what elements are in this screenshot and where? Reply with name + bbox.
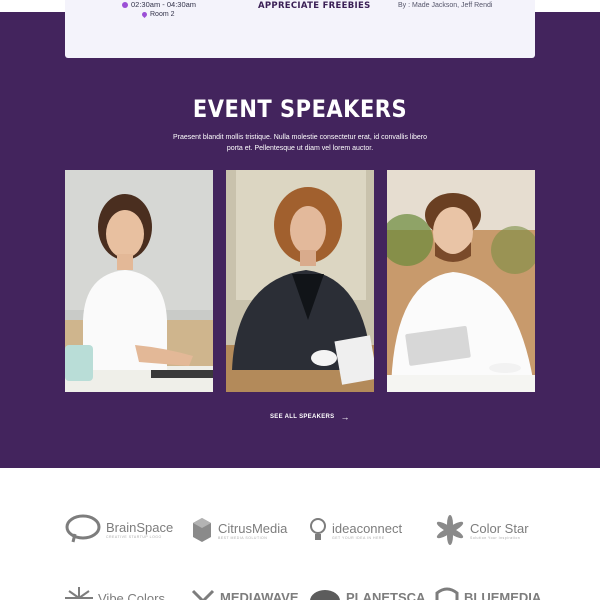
see-all-speakers-label: SEE ALL SPEAKERS: [270, 414, 335, 420]
speaker-photo-3[interactable]: [387, 170, 535, 392]
wave-icon: [435, 587, 459, 600]
sponsor-tagline: BEST MEDIA SOLUTION: [218, 535, 268, 540]
sponsor-name: Vibe Colors: [98, 590, 165, 600]
clock-icon: [122, 1, 128, 8]
sponsor-tagline: CREATIVE STARTUP LOGO: [106, 534, 162, 539]
sponsor-logo-bluemedia[interactable]: BLUEMEDIA: [435, 587, 541, 600]
event-speakers: By : Made Jackson, Jeff Rendi: [398, 2, 493, 9]
planet-icon: [310, 590, 340, 600]
star-petals-icon: [436, 515, 464, 545]
burst-icon: [65, 587, 93, 599]
sponsor-logo-planetsca[interactable]: PLANETSCA: [309, 587, 425, 600]
sponsor-logo-citrusmedia[interactable]: CitrusMedia BEST MEDIA SOLUTION: [191, 516, 287, 544]
speaker-photo-2[interactable]: [226, 170, 374, 392]
event-time: 02:30am - 04:30am: [122, 0, 196, 9]
event-card[interactable]: 02:30am - 04:30am Room 2 APPRECIATE FREE…: [65, 0, 535, 58]
sponsor-logo-mediawave[interactable]: MEDIAWAVE: [191, 587, 299, 600]
section-title: EVENT SPEAKERS: [192, 95, 408, 123]
cube-icon: [193, 518, 211, 542]
sponsor-logo-ideaconnect[interactable]: ideaconnect GET YOUR IDEA IN HERE: [309, 517, 402, 543]
sponsor-logo-colorstar[interactable]: Color Star Solution Your Inspiration: [435, 515, 529, 545]
speaker-photo-1[interactable]: [65, 170, 213, 392]
sponsor-name: CitrusMedia: [218, 520, 288, 536]
event-time-text: 02:30am - 04:30am: [131, 0, 197, 9]
brain-icon: [65, 514, 101, 543]
lightbulb-icon: [310, 518, 326, 540]
sponsor-logo-brainspace[interactable]: BrainSpace CREATIVE STARTUP LOGO: [65, 514, 173, 544]
sponsor-name: Color Star: [470, 520, 529, 536]
event-title[interactable]: APPRECIATE FREEBIES: [258, 1, 371, 11]
sponsor-name: BLUEMEDIA: [464, 589, 542, 600]
sponsor-logo-vibecolors[interactable]: Vibe Colors: [65, 587, 165, 600]
location-pin-icon: [140, 10, 149, 19]
sponsor-tagline: GET YOUR IDEA IN HERE: [332, 535, 385, 540]
sponsor-name: MEDIAWAVE: [220, 589, 299, 600]
sponsor-name: PLANETSCA: [346, 589, 426, 600]
event-room: Room 2: [140, 10, 175, 19]
sponsor-name: BrainSpace: [106, 519, 174, 535]
event-room-text: Room 2: [150, 11, 175, 18]
sponsor-tagline: Solution Your Inspiration: [470, 535, 521, 540]
arrow-right-icon: →: [340, 412, 350, 422]
see-all-speakers-link[interactable]: SEE ALL SPEAKERS →: [270, 412, 350, 422]
section-description: Praesent blandit mollis tristique. Nulla…: [172, 134, 428, 152]
sponsor-name: ideaconnect: [332, 520, 403, 536]
chevron-icon: [191, 589, 215, 600]
